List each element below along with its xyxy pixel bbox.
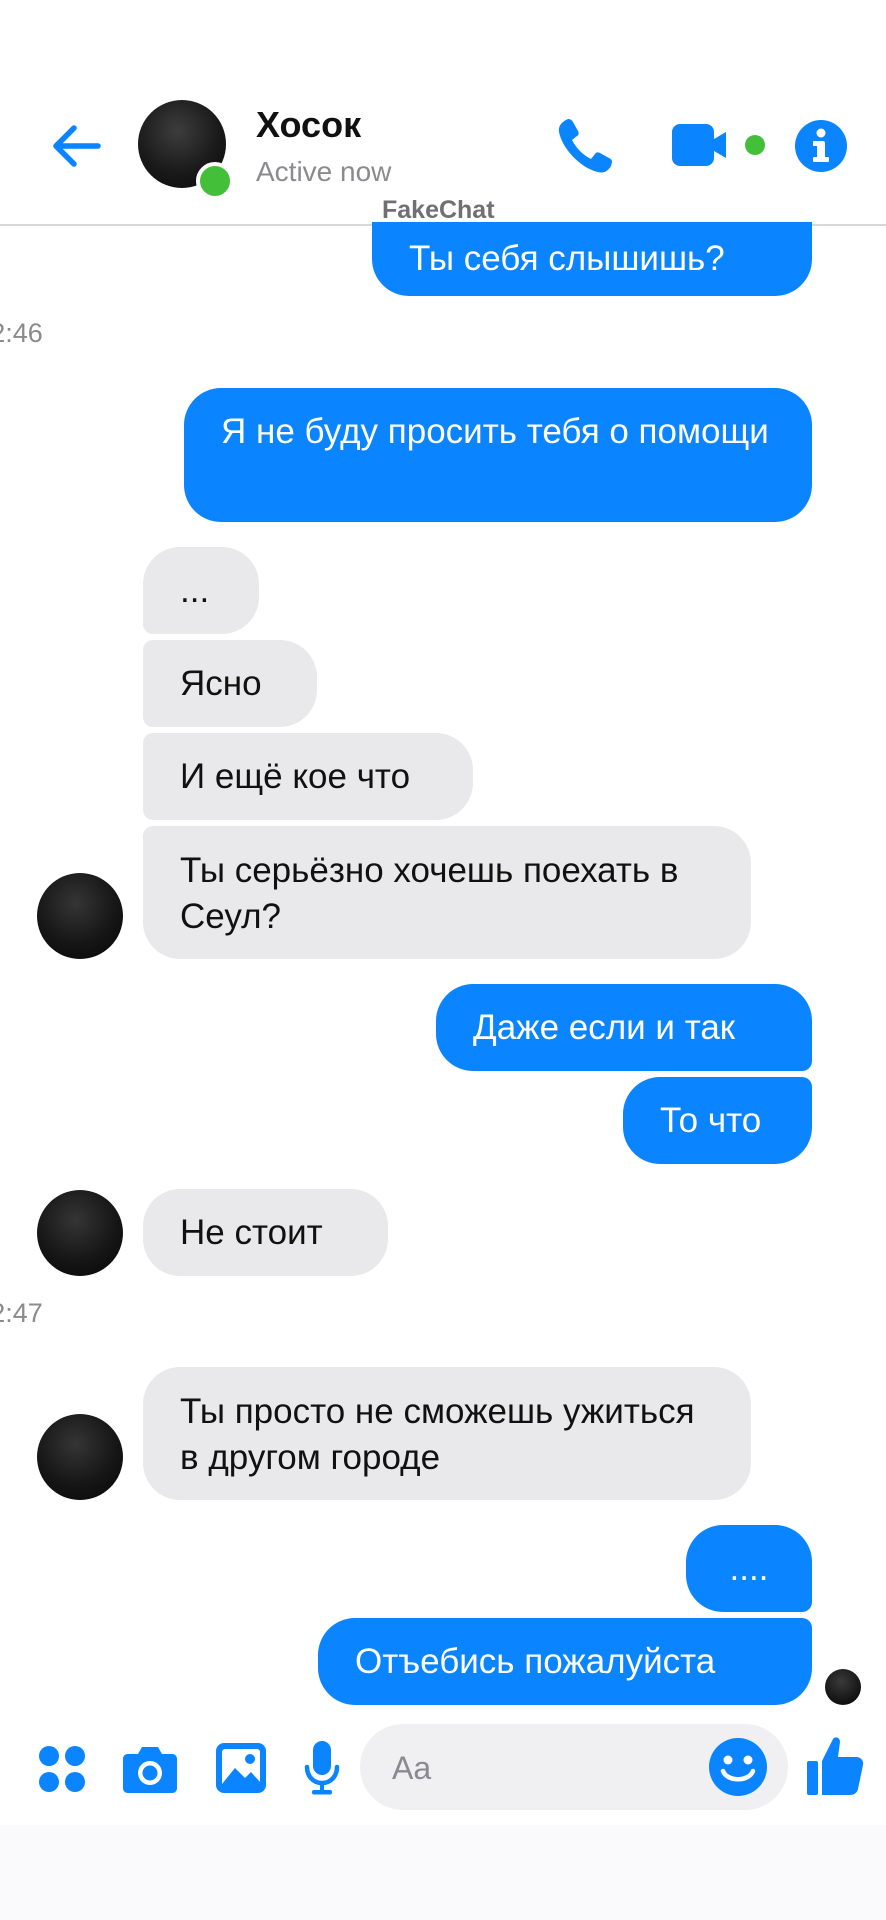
message-outgoing[interactable]: Ты себя слышишь?: [372, 222, 812, 296]
message-outgoing[interactable]: Даже если и так: [436, 984, 812, 1071]
contact-avatar-small[interactable]: [37, 1414, 123, 1500]
chat-header: Хосок Active now: [0, 0, 886, 226]
camera-button[interactable]: [122, 1744, 178, 1799]
contact-name[interactable]: Хосок: [256, 104, 361, 146]
emoji-button[interactable]: [708, 1737, 768, 1802]
like-button[interactable]: [806, 1735, 864, 1802]
voice-button[interactable]: [304, 1740, 340, 1801]
timestamp: 12:47: [0, 1298, 43, 1328]
microphone-icon: [304, 1741, 340, 1795]
emoji-icon: [709, 1738, 767, 1796]
message-composer[interactable]: [360, 1724, 788, 1812]
back-button[interactable]: [48, 118, 104, 174]
camera-icon: [123, 1747, 177, 1793]
read-receipt-avatar: [825, 1669, 861, 1705]
back-arrow-icon: [53, 125, 101, 167]
message-incoming[interactable]: Ясно: [143, 640, 317, 727]
thumbs-up-icon: [807, 1737, 864, 1795]
contact-avatar-small[interactable]: [37, 1190, 123, 1276]
gallery-icon: [216, 1743, 266, 1793]
online-indicator: [196, 162, 234, 200]
contact-avatar-small[interactable]: [37, 873, 123, 959]
message-incoming[interactable]: Не стоит: [143, 1189, 388, 1276]
message-incoming[interactable]: Ты просто не сможешь ужиться в другом го…: [143, 1367, 751, 1500]
message-outgoing[interactable]: Я не буду просить тебя о помощи: [184, 388, 812, 522]
message-input[interactable]: [390, 1724, 694, 1812]
message-incoming[interactable]: И ещё кое что: [143, 733, 473, 820]
timestamp: 12:46: [0, 318, 43, 348]
video-camera-icon: [672, 124, 765, 166]
navigation-bar-area: [0, 1825, 886, 1920]
apps-icon: [39, 1746, 85, 1792]
call-button[interactable]: [556, 114, 616, 181]
info-icon: [795, 120, 847, 172]
watermark: FakeChat: [382, 196, 495, 224]
message-incoming[interactable]: Ты серьёзно хочешь поехать в Сеул?: [143, 826, 751, 959]
apps-button[interactable]: [38, 1745, 86, 1798]
gallery-button[interactable]: [215, 1742, 267, 1799]
info-button[interactable]: [794, 119, 848, 178]
video-call-button[interactable]: [670, 122, 766, 173]
message-outgoing[interactable]: ....: [686, 1525, 812, 1612]
message-incoming[interactable]: ...: [143, 547, 259, 634]
message-outgoing[interactable]: Отъебись пожалуйста: [318, 1618, 812, 1705]
phone-icon: [558, 119, 612, 173]
message-outgoing[interactable]: То что: [623, 1077, 812, 1164]
contact-status: Active now: [256, 156, 392, 187]
